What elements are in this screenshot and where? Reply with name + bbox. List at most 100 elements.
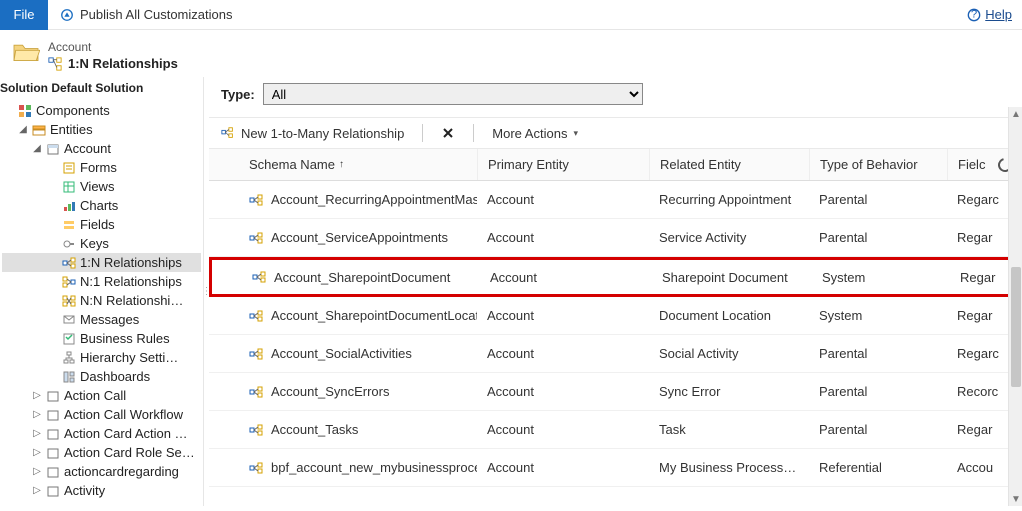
help-link[interactable]: ? Help (967, 7, 1012, 22)
cell-schema: Account_SyncErrors (271, 384, 390, 399)
delete-button[interactable] (441, 126, 455, 140)
chevron-down-icon: ▾ (573, 128, 578, 139)
tree-charts[interactable]: Charts (2, 196, 201, 215)
tree-business-rules[interactable]: Business Rules (2, 329, 201, 348)
tree-entities[interactable]: ◢ Entities (2, 120, 201, 139)
type-filter-row: Type: All (209, 77, 1022, 111)
page-title-text: 1:N Relationships (68, 56, 178, 71)
tree-n1-relationships[interactable]: N:1 Relationships (2, 272, 201, 291)
cell-behavior: System (809, 308, 947, 323)
scroll-down-icon[interactable]: ▼ (1009, 492, 1022, 506)
sort-asc-icon: ↑ (339, 159, 344, 170)
tree-forms[interactable]: Forms (2, 158, 201, 177)
tree-account[interactable]: ◢ Account (2, 139, 201, 158)
table-row[interactable]: Account_SocialActivitiesAccountSocial Ac… (209, 335, 1022, 373)
cell-related: Sync Error (649, 384, 809, 399)
cell-behavior: Referential (809, 460, 947, 475)
more-actions-button[interactable]: More Actions ▾ (492, 126, 578, 141)
cell-related: Service Activity (649, 230, 809, 245)
cell-schema: bpf_account_new_mybusinessprocessflow (271, 460, 477, 475)
col-behavior[interactable]: Type of Behavior (809, 149, 947, 180)
relationships-grid: Schema Name↑ Primary Entity Related Enti… (209, 149, 1022, 506)
tree-hierarchy[interactable]: Hierarchy Setti… (2, 348, 201, 367)
tree-fields[interactable]: Fields (2, 215, 201, 234)
table-row[interactable]: Account_ServiceAppointments AccountServic… (209, 219, 1022, 257)
scroll-up-icon[interactable]: ▲ (1009, 107, 1022, 121)
type-select[interactable]: All (263, 83, 643, 105)
solution-label: Solution Default Solution (0, 81, 201, 101)
twisty-icon[interactable]: ▷ (32, 428, 42, 439)
business-rules-icon (62, 332, 76, 346)
fields-icon (62, 218, 76, 232)
relationship-row-icon (249, 347, 263, 361)
messages-icon (62, 313, 76, 327)
new-relationship-button[interactable]: New 1-to-Many Relationship (221, 126, 404, 141)
toolbar-separator (422, 124, 423, 142)
components-icon (18, 104, 32, 118)
grid-header: Schema Name↑ Primary Entity Related Enti… (209, 149, 1022, 181)
table-row[interactable]: Account_RecurringAppointmentMastersAccou… (209, 181, 1022, 219)
tree-action-call-wf[interactable]: ▷Action Call Workflow (2, 405, 201, 424)
cell-schema: Account_SharepointDocument (274, 270, 450, 285)
col-primary[interactable]: Primary Entity (477, 149, 649, 180)
tree-components[interactable]: Components (2, 101, 201, 120)
relationship-row-icon (249, 385, 263, 399)
tree-dashboards[interactable]: Dashboards (2, 367, 201, 386)
top-bar: File Publish All Customizations ? Help (0, 0, 1022, 30)
tree-1n-relationships[interactable]: 1:N Relationships (2, 253, 201, 272)
tree-nn-relationships[interactable]: N:N Relationshi… (2, 291, 201, 310)
cell-schema: Account_ServiceAppointments (271, 230, 448, 245)
tree-activity[interactable]: ▷Activity (2, 481, 201, 500)
type-label: Type: (221, 87, 255, 102)
delete-icon (441, 126, 455, 140)
cell-behavior: Parental (809, 422, 947, 437)
twisty-icon[interactable]: ▷ (32, 409, 42, 420)
tree-action-card-role[interactable]: ▷Action Card Role Se… (2, 443, 201, 462)
cell-schema: Account_RecurringAppointmentMasters (271, 192, 477, 207)
col-related[interactable]: Related Entity (649, 149, 809, 180)
entity-icon (46, 408, 60, 422)
publish-all-label: Publish All Customizations (80, 7, 232, 22)
cell-primary: Account (480, 270, 652, 285)
publish-all-button[interactable]: Publish All Customizations (60, 7, 232, 22)
tree-keys[interactable]: Keys (2, 234, 201, 253)
tree-actioncardregarding[interactable]: ▷actioncardregarding (2, 462, 201, 481)
folder-icon (12, 40, 40, 64)
table-row[interactable]: Account_SharepointDocument AccountSharepo… (209, 257, 1022, 297)
cell-primary: Account (477, 230, 649, 245)
cell-related: Sharepoint Document (652, 270, 812, 285)
twisty-icon[interactable]: ◢ (18, 124, 28, 135)
twisty-icon[interactable]: ▷ (32, 466, 42, 477)
cell-primary: Account (477, 384, 649, 399)
table-row[interactable]: Account_TasksAccountTaskParentalRegar (209, 411, 1022, 449)
tree-messages[interactable]: Messages (2, 310, 201, 329)
cell-primary: Account (477, 460, 649, 475)
twisty-icon[interactable]: ▷ (32, 447, 42, 458)
tree-account-label: Account (64, 141, 111, 156)
more-actions-label: More Actions (492, 126, 567, 141)
twisty-icon[interactable]: ▷ (32, 390, 42, 401)
tree-action-call[interactable]: ▷Action Call (2, 386, 201, 405)
col-schema[interactable]: Schema Name↑ (209, 149, 477, 180)
header-entity: Account (48, 40, 178, 54)
scroll-thumb[interactable] (1011, 267, 1021, 387)
table-row[interactable]: bpf_account_new_mybusinessprocessflowAcc… (209, 449, 1022, 487)
keys-icon (62, 237, 76, 251)
twisty-icon[interactable]: ▷ (32, 485, 42, 496)
table-row[interactable]: Account_SyncErrorsAccountSync ErrorParen… (209, 373, 1022, 411)
svg-text:?: ? (971, 8, 977, 20)
cell-primary: Account (477, 422, 649, 437)
entity-icon (46, 465, 60, 479)
entity-icon (46, 427, 60, 441)
cell-related: Recurring Appointment (649, 192, 809, 207)
cell-behavior: Parental (809, 192, 947, 207)
vertical-scrollbar[interactable]: ▲ ▼ (1008, 107, 1022, 506)
tree-action-card-action[interactable]: ▷Action Card Action … (2, 424, 201, 443)
twisty-icon[interactable]: ◢ (32, 143, 42, 154)
relationship-row-icon (252, 270, 266, 284)
new-relationship-icon (221, 126, 235, 140)
tree-views[interactable]: Views (2, 177, 201, 196)
file-button[interactable]: File (0, 0, 48, 30)
table-row[interactable]: Account_SharepointDocumentLocationAccoun… (209, 297, 1022, 335)
cell-primary: Account (477, 308, 649, 323)
